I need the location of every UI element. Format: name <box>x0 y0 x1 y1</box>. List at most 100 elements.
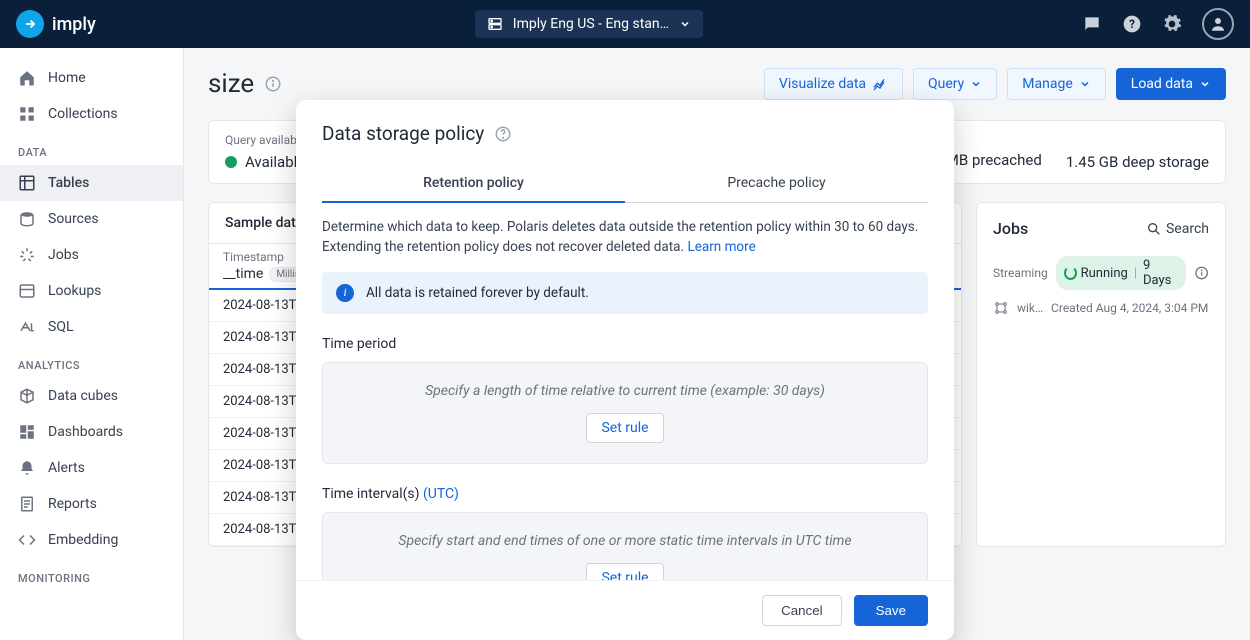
sidebar-item-home[interactable]: Home <box>0 60 183 96</box>
sidebar-item-lookups[interactable]: Lookups <box>0 273 183 309</box>
data-storage-policy-modal: Data storage policy Retention policy Pre… <box>296 100 954 640</box>
sidebar-item-collections[interactable]: Collections <box>0 96 183 132</box>
sidebar-item-sources[interactable]: Sources <box>0 201 183 237</box>
status-text: Running <box>1081 266 1128 281</box>
nav-section-analytics: ANALYTICS <box>0 345 183 378</box>
time-period-hint: Specify a length of time relative to cur… <box>343 383 907 399</box>
search-icon <box>1146 221 1162 237</box>
chat-icon[interactable] <box>1082 14 1102 34</box>
sidebar-item-reports[interactable]: Reports <box>0 486 183 522</box>
utc-label: (UTC) <box>423 486 459 502</box>
cancel-button[interactable]: Cancel <box>762 595 842 626</box>
status-dot-icon <box>225 156 237 168</box>
set-rule-time-period-button[interactable]: Set rule <box>586 413 663 443</box>
gear-icon[interactable] <box>1162 14 1182 34</box>
nav-section-monitoring: MONITORING <box>0 558 183 591</box>
set-rule-time-intervals-button[interactable]: Set rule <box>586 563 663 581</box>
home-icon <box>18 69 36 87</box>
time-period-heading: Time period <box>322 336 928 352</box>
column-name: __time <box>223 266 263 282</box>
query-button[interactable]: Query <box>913 68 997 100</box>
spinner-icon <box>1064 266 1077 280</box>
alerts-icon <box>18 459 36 477</box>
modal-title: Data storage policy <box>322 122 484 145</box>
streaming-job-row[interactable]: Streaming Running | 9 Days <box>993 256 1209 290</box>
tables-icon <box>18 174 36 192</box>
logo-icon <box>16 10 44 38</box>
sidebar-item-label: Reports <box>48 496 97 512</box>
status-chip: Running | 9 Days <box>1056 256 1186 290</box>
deep-storage-value: 1.45 GB deep storage <box>1066 153 1209 171</box>
app-header: imply Imply Eng US - Eng stan… ? <box>0 0 1250 48</box>
sources-icon <box>18 210 36 228</box>
chevron-down-icon <box>1199 78 1211 90</box>
visualize-label: Visualize data <box>779 76 866 92</box>
chevron-down-icon <box>1079 78 1091 90</box>
status-duration: 9 Days <box>1143 258 1178 288</box>
sidebar-item-sql[interactable]: SQL <box>0 309 183 345</box>
dashboards-icon <box>18 423 36 441</box>
brand-name: imply <box>52 14 96 35</box>
tab-retention-policy[interactable]: Retention policy <box>322 165 625 203</box>
info-icon: i <box>336 284 354 302</box>
sql-icon <box>18 318 36 336</box>
learn-more-link[interactable]: Learn more <box>687 239 755 255</box>
sidebar-item-tables[interactable]: Tables <box>0 165 183 201</box>
info-icon[interactable] <box>1194 265 1209 281</box>
job-name: wik… <box>1017 301 1043 315</box>
help-icon[interactable] <box>494 125 512 143</box>
streaming-label: Streaming <box>993 266 1048 280</box>
jobs-panel: Jobs Search Streaming Running | 9 Days <box>976 202 1226 547</box>
sidebar-item-label: SQL <box>48 319 73 335</box>
sidebar-item-label: Dashboards <box>48 424 123 440</box>
query-label: Query <box>928 76 964 92</box>
save-button[interactable]: Save <box>854 595 928 626</box>
collections-icon <box>18 105 36 123</box>
reports-icon <box>18 495 36 513</box>
time-intervals-hint: Specify start and end times of one or mo… <box>343 533 907 549</box>
modal-description: Determine which data to keep. Polaris de… <box>322 217 928 258</box>
lookups-icon <box>18 282 36 300</box>
sidebar-item-label: Tables <box>48 175 89 191</box>
jobs-search-button[interactable]: Search <box>1146 221 1209 237</box>
load-data-button[interactable]: Load data <box>1116 68 1226 100</box>
sidebar-item-jobs[interactable]: Jobs <box>0 237 183 273</box>
sidebar-item-datacubes[interactable]: Data cubes <box>0 378 183 414</box>
project-selector[interactable]: Imply Eng US - Eng stan… <box>475 10 703 38</box>
time-intervals-heading: Time interval(s) (UTC) <box>322 486 928 502</box>
chevron-down-icon <box>970 78 982 90</box>
manage-button[interactable]: Manage <box>1007 68 1105 100</box>
job-created: Created Aug 4, 2024, 3:04 PM <box>1051 301 1208 315</box>
project-name: Imply Eng US - Eng stan… <box>513 16 669 32</box>
help-icon[interactable]: ? <box>1122 14 1142 34</box>
load-data-label: Load data <box>1131 76 1193 92</box>
sidebar-item-dashboards[interactable]: Dashboards <box>0 414 183 450</box>
sidebar-item-label: Jobs <box>48 247 79 263</box>
nav-section-data: DATA <box>0 132 183 165</box>
user-avatar[interactable] <box>1202 8 1234 40</box>
sidebar-item-label: Lookups <box>48 283 101 299</box>
jobs-icon <box>18 246 36 264</box>
info-icon[interactable] <box>264 75 282 93</box>
search-label: Search <box>1166 221 1209 237</box>
info-banner: i All data is retained forever by defaul… <box>322 272 928 314</box>
sidebar-item-embedding[interactable]: Embedding <box>0 522 183 558</box>
sidebar: Home Collections DATA Tables Sources Job… <box>0 48 184 640</box>
sidebar-item-label: Data cubes <box>48 388 118 404</box>
sidebar-item-alerts[interactable]: Alerts <box>0 450 183 486</box>
svg-text:?: ? <box>1129 17 1135 31</box>
brand-logo[interactable]: imply <box>16 10 96 38</box>
cubes-icon <box>18 387 36 405</box>
sidebar-item-label: Home <box>48 70 86 86</box>
info-text: All data is retained forever by default. <box>366 285 589 301</box>
sidebar-item-label: Alerts <box>48 460 85 476</box>
sidebar-item-label: Sources <box>48 211 99 227</box>
chevron-down-icon <box>679 18 691 30</box>
sidebar-item-label: Collections <box>48 106 118 122</box>
time-period-box: Specify a length of time relative to cur… <box>322 362 928 464</box>
job-detail-row[interactable]: wik… Created Aug 4, 2024, 3:04 PM <box>993 300 1209 316</box>
jobs-title: Jobs <box>993 219 1028 238</box>
tab-precache-policy[interactable]: Precache policy <box>625 165 928 202</box>
visualize-button[interactable]: Visualize data <box>764 68 903 100</box>
sidebar-item-label: Embedding <box>48 532 118 548</box>
